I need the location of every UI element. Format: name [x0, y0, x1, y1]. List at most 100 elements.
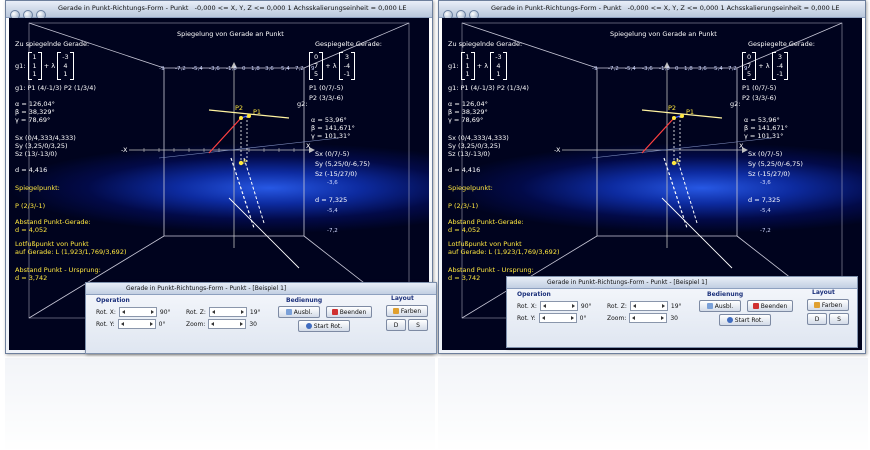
zoom-stepper[interactable] — [208, 319, 247, 329]
tick-label: 7,2 — [728, 66, 737, 72]
control-panel-title-bar[interactable]: Gerade in Punkt-Richtungs-Form - Punkt -… — [507, 277, 857, 289]
close-icon — [752, 303, 759, 309]
s-button[interactable]: S — [829, 313, 849, 325]
farben-button[interactable]: Farben — [807, 299, 849, 311]
control-panel: Gerade in Punkt-Richtungs-Form - Punkt -… — [506, 276, 858, 348]
palette-icon — [392, 308, 399, 314]
plus-lambda: + λ — [758, 62, 770, 70]
title-bar[interactable]: Gerade in Punkt-Richtungs-Form - Punkt -… — [439, 1, 865, 20]
tick-label: 3,6 — [265, 66, 274, 72]
rot-x-value: 90° — [159, 308, 171, 316]
abstand-ursprung-value: d = 3,742 — [15, 274, 48, 282]
bracket — [470, 52, 475, 80]
eye-icon — [285, 309, 292, 315]
lotfusspunkt-heading: Lotfußpunkt von Punkt — [448, 240, 522, 248]
bracket — [784, 52, 789, 80]
tick-label: -5,4 — [327, 208, 338, 214]
tick-label: -3,6 — [642, 66, 653, 72]
rot-z-label: Rot. Z: — [186, 308, 206, 316]
rot-x-stepper[interactable] — [539, 301, 578, 311]
rot-z-value: 19° — [670, 302, 682, 310]
line-g2-extension — [661, 197, 733, 269]
ausblenden-button[interactable]: Ausbl. — [699, 300, 741, 312]
g1-vector-b: -3 4 1 — [495, 53, 502, 79]
lotfusspunkt-heading: Lotfußpunkt von Punkt — [15, 240, 89, 248]
tick-label: -5,4 — [760, 208, 771, 214]
tick-label: -1,8 — [659, 66, 670, 72]
s-button[interactable]: S — [408, 319, 428, 331]
rot-y-label: Rot. Y: — [517, 314, 536, 322]
window-status-text: -0,000 <= X, Y, Z <= 0,000 1 Achsskalier… — [194, 4, 407, 12]
bracket — [351, 52, 356, 80]
rot-z-stepper[interactable] — [208, 307, 247, 317]
rot-z-value: 19° — [249, 308, 261, 316]
palette-icon — [813, 302, 820, 308]
plus-lambda: + λ — [325, 62, 337, 70]
g2-point-2: P2 (3/3/-6) — [742, 94, 777, 102]
point-p1-label: P1 — [253, 108, 262, 116]
control-panel-title-bar[interactable]: Gerade in Punkt-Richtungs-Form - Punkt -… — [86, 283, 436, 295]
tick-label: -7,2 — [608, 66, 619, 72]
eye-icon — [706, 303, 713, 309]
rot-z-stepper[interactable] — [629, 301, 668, 311]
zoom-row: Zoom: 30 — [607, 313, 678, 323]
g1-points: g1: P1 (4/-1/3) P2 (1/3/4) — [448, 84, 529, 92]
beta-g1: β = 38,329° — [448, 108, 488, 116]
ausblenden-button[interactable]: Ausbl. — [278, 306, 320, 318]
line-g2 — [230, 157, 255, 229]
zoom-label: Zoom: — [607, 314, 627, 322]
window-title-text: Gerade in Punkt-Richtungs-Form - Punkt — [58, 4, 189, 12]
vector-op1 — [641, 117, 675, 154]
alpha-g2: α = 53,96° — [744, 116, 780, 124]
d-button[interactable]: D — [386, 319, 406, 331]
tick-label: 1,8 — [251, 66, 260, 72]
window-title-text: Gerade in Punkt-Richtungs-Form - Punkt — [491, 4, 622, 12]
point-p2-label: P2 — [668, 104, 677, 112]
spiegelpunkt-value: P (2/3/-1) — [448, 202, 479, 210]
sx-g1: Sx (0/4,333/4,333) — [15, 134, 76, 142]
alpha-g1: α = 126,04° — [448, 100, 488, 108]
g1-vector-b: -3 4 1 — [62, 53, 69, 79]
alpha-g2: α = 53,96° — [311, 116, 347, 124]
bracket — [502, 52, 507, 80]
line-g2 — [663, 157, 688, 229]
point-p1-marker — [247, 114, 251, 118]
zoom-label: Zoom: — [186, 320, 206, 328]
farben-button[interactable]: Farben — [386, 305, 428, 317]
lotfusspunkt-value: auf Gerade: L (1,923/1,769/3,692) — [15, 248, 127, 256]
tick-label: -3,6 — [209, 66, 220, 72]
tick-label: 0 — [675, 66, 679, 72]
abstand-ursprung-heading: Abstand Punkt - Ursprung: — [15, 266, 101, 274]
window-title: Gerade in Punkt-Richtungs-Form - Punkt -… — [491, 4, 840, 12]
source-line-heading: Zu spiegelnde Gerade: — [448, 40, 523, 48]
bedienung-group-label: Bedienung — [286, 297, 323, 304]
tick-label: 3,6 — [698, 66, 707, 72]
sy-g2: Sy (5,25/0/-6,75) — [748, 160, 803, 168]
abstand-punkt-gerade-value: d = 4,052 — [448, 226, 481, 234]
g1-points: g1: P1 (4/-1/3) P2 (1/3/4) — [15, 84, 96, 92]
g2-label: g2: — [730, 100, 741, 108]
neg-x-axis-label: -X — [121, 146, 128, 154]
line-g2-projection — [676, 157, 698, 224]
line-g2-projection — [243, 157, 265, 224]
g1-equation: g1: 111 + λ -3 4 1 — [448, 52, 507, 80]
abstand-ursprung-value: d = 3,742 — [448, 274, 481, 282]
rot-y-label: Rot. Y: — [96, 320, 115, 328]
abstand-punkt-gerade-value: d = 4,052 — [15, 226, 48, 234]
point-p2-label: P2 — [235, 104, 244, 112]
rot-y-stepper[interactable] — [538, 313, 577, 323]
title-bar[interactable]: Gerade in Punkt-Richtungs-Form - Punkt -… — [6, 1, 432, 20]
window-status-text: -0,000 <= X, Y, Z <= 0,000 1 Achsskalier… — [627, 4, 840, 12]
bracket — [752, 52, 757, 80]
rot-y-stepper[interactable] — [117, 319, 156, 329]
g2-vector-b: 3 -4 -1 — [776, 53, 784, 79]
beenden-button[interactable]: Beenden — [747, 300, 793, 312]
abstand-ursprung-heading: Abstand Punkt - Ursprung: — [448, 266, 534, 274]
start-rotation-button[interactable]: Start Rot. — [298, 320, 350, 332]
d-button[interactable]: D — [807, 313, 827, 325]
rot-x-stepper[interactable] — [118, 307, 157, 317]
beenden-button[interactable]: Beenden — [326, 306, 372, 318]
start-rotation-button[interactable]: Start Rot. — [719, 314, 771, 326]
alpha-g1: α = 126,04° — [15, 100, 55, 108]
zoom-stepper[interactable] — [629, 313, 668, 323]
